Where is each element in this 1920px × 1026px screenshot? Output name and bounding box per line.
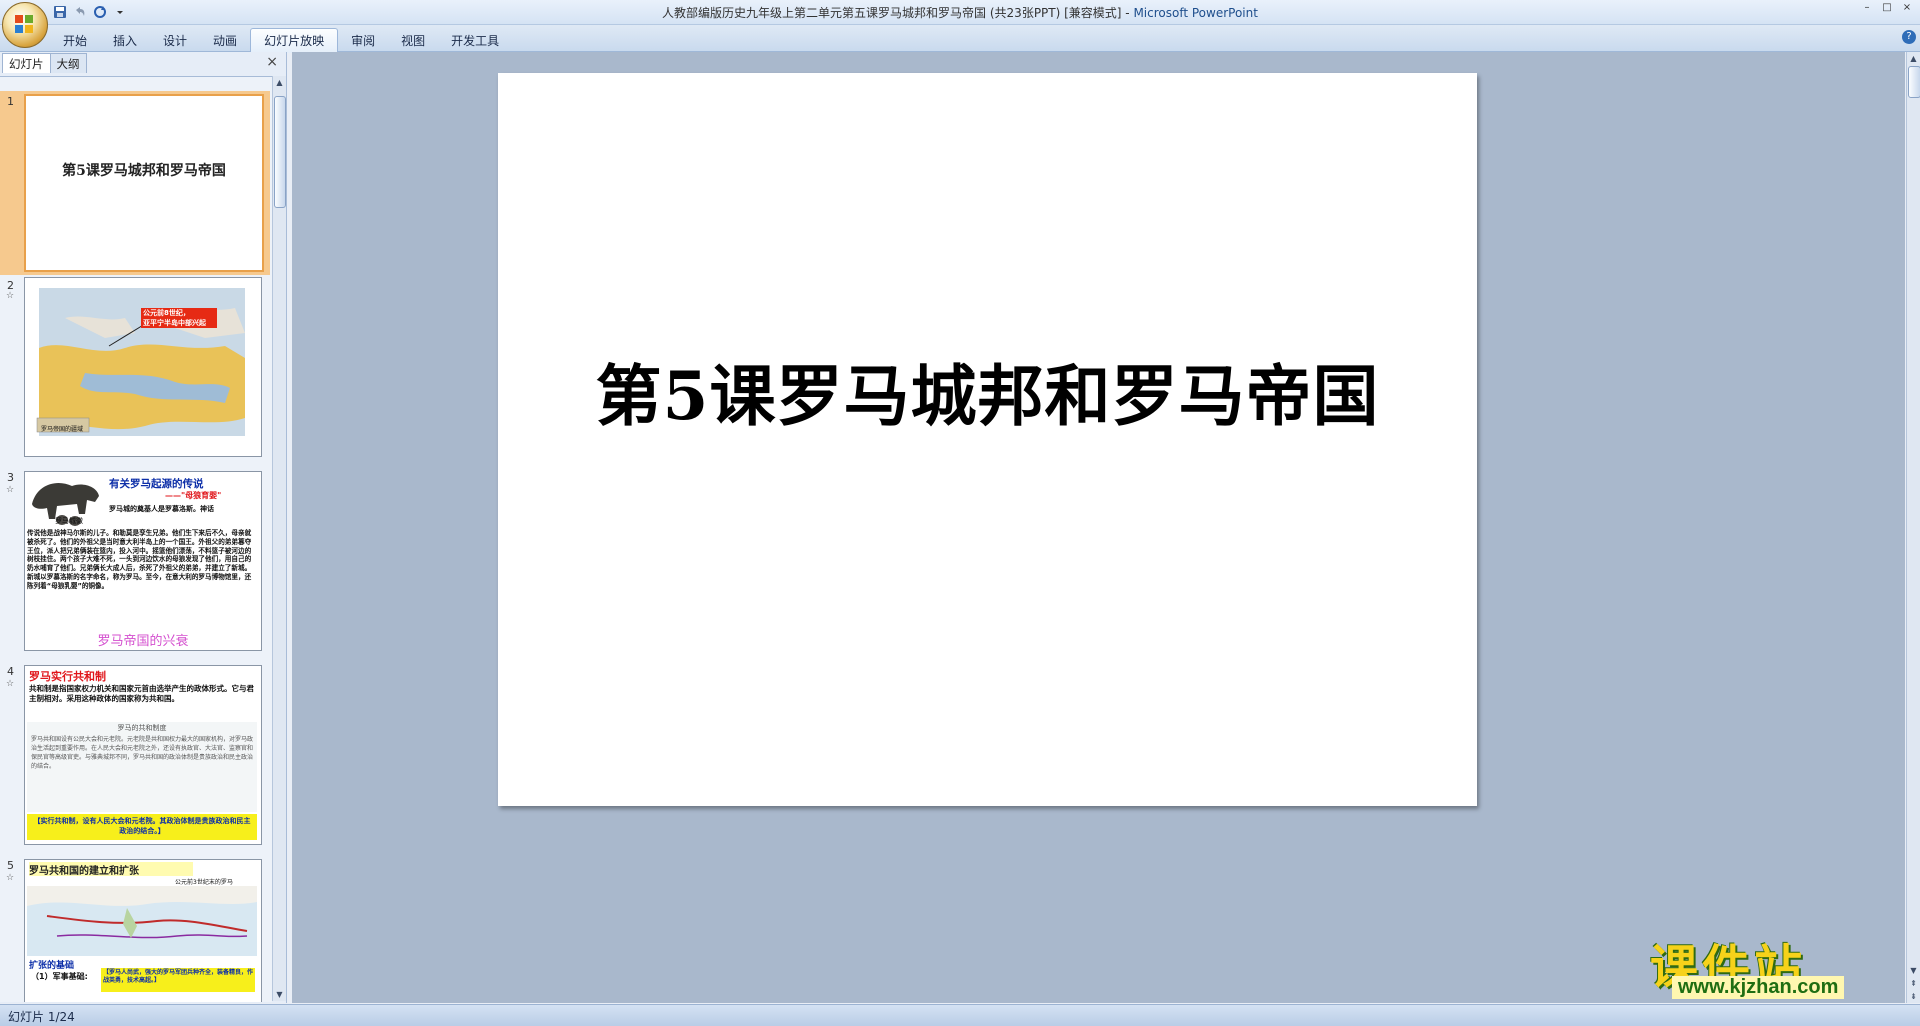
tab-outline[interactable]: 大纲	[49, 53, 87, 73]
callout-line-2: 亚平宁半岛中部兴起	[143, 319, 206, 327]
thumbnail-slide-5[interactable]: 5 ☆ 罗马共和国的建立和扩张 公元前3世纪末的罗马 扩张的基础 （1）军事基础…	[0, 859, 270, 1002]
thumbnail-number: 1	[7, 95, 14, 108]
thumbnail-frame: 罗马实行共和制 共和制是指国家权力机关和国家元首由选举产生的政体形式。它与君主制…	[24, 665, 262, 845]
scroll-down-icon[interactable]: ▼	[1907, 964, 1920, 977]
previous-slide-icon[interactable]: ⇞	[1907, 977, 1920, 990]
scroll-down-icon[interactable]: ▼	[273, 988, 286, 1001]
scrollbar-thumb[interactable]	[1908, 66, 1920, 98]
tab-insert[interactable]: 插入	[100, 29, 150, 53]
slide5-note-box: 【罗马人尚武，强大的罗马军团兵种齐全，装备精良，作战英勇，技术高超。】	[101, 968, 255, 992]
window-title: 人教部编版历史九年级上第二单元第五课罗马城邦和罗马帝国 (共23张PPT) [兼…	[580, 4, 1340, 21]
title-separator: -	[1121, 6, 1134, 20]
callout-line-1: 公元前8世纪，	[143, 309, 190, 317]
thumbnail-number: 5	[7, 859, 14, 872]
slide5-heading: 罗马共和国的建立和扩张	[29, 862, 193, 877]
window-controls: – □ ×	[1858, 2, 1916, 14]
slide4-note-box: 【实行共和制，设有人民大会和元老院。其政治体制是贵族政治和民主政治的结合。】	[27, 814, 257, 840]
thumbnail-number: 3	[7, 471, 14, 484]
slide3-footer: 罗马帝国的兴衰	[97, 634, 189, 649]
slide3-caption-left: 罗马城徽	[55, 517, 83, 525]
map-caption: 罗马帝国的疆域	[41, 426, 84, 433]
slide-counter: 幻灯片 1/24	[8, 1010, 75, 1024]
panel-close-icon[interactable]: ×	[266, 54, 278, 70]
slide5-sub: 扩张的基础	[29, 961, 75, 971]
document-title: 人教部编版历史九年级上第二单元第五课罗马城邦和罗马帝国 (共23张PPT) [兼…	[662, 6, 1122, 20]
slide4-heading: 罗马实行共和制	[29, 670, 106, 683]
thumbnail-slide-4[interactable]: 4 ☆ 罗马实行共和制 共和制是指国家权力机关和国家元首由选举产生的政体形式。它…	[0, 665, 270, 845]
scroll-up-icon[interactable]: ▲	[273, 76, 286, 89]
slide4-body: 共和制是指国家权力机关和国家元首由选举产生的政体形式。它与君主制相对。采用这种政…	[29, 684, 254, 703]
save-icon[interactable]	[52, 4, 68, 20]
thumbnail-title: 第5课罗马城邦和罗马帝国	[62, 163, 226, 179]
minimize-button[interactable]: –	[1858, 2, 1876, 14]
ribbon: 开始 插入 设计 动画 幻灯片放映 审阅 视图 开发工具 ?	[0, 25, 1920, 53]
next-slide-icon[interactable]: ⇟	[1907, 990, 1920, 1003]
close-button[interactable]: ×	[1898, 2, 1916, 14]
thumbnail-scrollbar[interactable]: ▲ ▼	[272, 76, 286, 1001]
undo-icon[interactable]	[72, 4, 88, 20]
transition-star-icon: ☆	[6, 485, 15, 495]
transition-star-icon: ☆	[6, 873, 15, 883]
tab-developer[interactable]: 开发工具	[438, 29, 512, 53]
watermark-url: www.kjzhan.com	[1672, 976, 1845, 999]
thumbnail-slide-1[interactable]: 1 第5课罗马城邦和罗马帝国	[0, 91, 270, 275]
scrollbar-thumb[interactable]	[274, 96, 286, 208]
scroll-up-icon[interactable]: ▲	[1907, 52, 1920, 65]
panel-tabs: 幻灯片 大纲	[2, 53, 87, 73]
slide4-box-title: 罗马的共和制度	[117, 724, 167, 732]
thumbnail-frame: 有关罗马起源的传说 ——"母狼育婴" 罗马城的奠基人是罗慕洛斯。神话 罗马城徽 …	[24, 471, 262, 651]
slide4-box: 罗马的共和制度 罗马共和国设有公民大会和元老院。元老院是共和国权力最大的国家机构…	[27, 722, 257, 812]
app-name: Microsoft PowerPoint	[1133, 6, 1258, 20]
slide3-line1: 罗马城的奠基人是罗慕洛斯。神话	[109, 505, 214, 513]
tab-design[interactable]: 设计	[150, 29, 200, 53]
slide4-note: 【实行共和制，设有人民大会和元老院。其政治体制是贵族政治和民主政治的结合。】	[33, 817, 251, 835]
slide4-box-body: 罗马共和国设有公民大会和元老院。元老院是共和国权力最大的国家机构，对罗马政治生活…	[31, 736, 254, 770]
ribbon-tabs: 开始 插入 设计 动画 幻灯片放映 审阅 视图 开发工具	[50, 28, 512, 53]
tab-slide-show[interactable]: 幻灯片放映	[250, 28, 339, 53]
slide-canvas[interactable]: 第5课罗马城邦和罗马帝国	[498, 73, 1477, 806]
transition-star-icon: ☆	[6, 679, 15, 689]
slide-editor: 第5课罗马城邦和罗马帝国	[292, 52, 1905, 1003]
office-logo-icon	[15, 15, 33, 33]
thumbnail-frame: 罗马共和国的建立和扩张 公元前3世纪末的罗马 扩张的基础 （1）军事基础: 【罗…	[24, 859, 262, 1002]
watermark-logo: 课件站 www.kjzhan.com	[1650, 928, 1890, 1000]
redo-icon[interactable]	[92, 4, 108, 20]
help-icon[interactable]: ?	[1902, 30, 1916, 44]
slides-panel: 幻灯片 大纲 × 1 第5课罗马城邦和罗马帝国 2 ☆ 公元前8世纪， 亚平宁半…	[0, 52, 287, 1003]
tab-slides[interactable]: 幻灯片	[2, 53, 51, 73]
thumbnail-frame: 第5课罗马城邦和罗马帝国	[24, 94, 264, 272]
office-button[interactable]	[2, 2, 48, 48]
thumbnail-slide-3[interactable]: 3 ☆ 有关罗马起源的传说 ——"母狼育婴" 罗马城的奠基人是罗慕洛斯。神话 罗…	[0, 471, 270, 656]
slide3-subheading: ——"母狼育婴"	[165, 491, 222, 500]
slide3-heading: 有关罗马起源的传说	[109, 478, 204, 490]
thumbnail-slide-2[interactable]: 2 ☆ 公元前8世纪， 亚平宁半岛中部兴起 罗马帝国的疆域	[0, 277, 270, 462]
slide3-body: 传说他是战神马尔斯的儿子。和勒莫是孪生兄弟。他们生下来后不久，母亲就被杀死了。他…	[27, 529, 252, 590]
thumbnail-frame: 公元前8世纪， 亚平宁半岛中部兴起 罗马帝国的疆域	[24, 277, 262, 457]
quick-access-toolbar	[52, 3, 128, 21]
callout-box: 公元前8世纪， 亚平宁半岛中部兴起	[141, 308, 217, 328]
slide-title[interactable]: 第5课罗马城邦和罗马帝国	[498, 343, 1477, 439]
maximize-button[interactable]: □	[1878, 2, 1896, 14]
editor-scrollbar[interactable]: ▲ ▼ ⇞ ⇟	[1906, 52, 1920, 1003]
tab-view[interactable]: 视图	[388, 29, 438, 53]
tab-animations[interactable]: 动画	[200, 29, 250, 53]
tab-home[interactable]: 开始	[50, 29, 100, 53]
slide5-note: 【罗马人尚武，强大的罗马军团兵种齐全，装备精良，作战英勇，技术高超。】	[103, 969, 254, 984]
slide5-item: （1）军事基础:	[31, 972, 88, 981]
thumbnail-number: 4	[7, 665, 14, 678]
transition-star-icon: ☆	[6, 291, 15, 301]
thumbnail-list: 1 第5课罗马城邦和罗马帝国 2 ☆ 公元前8世纪， 亚平宁半岛中部兴起 罗马帝…	[0, 76, 272, 1002]
tab-review[interactable]: 审阅	[338, 29, 388, 53]
title-bar: 人教部编版历史九年级上第二单元第五课罗马城邦和罗马帝国 (共23张PPT) [兼…	[0, 0, 1920, 48]
status-bar: 幻灯片 1/24	[0, 1004, 1920, 1026]
customize-toolbar-icon[interactable]	[112, 4, 128, 20]
roman-republic-map	[27, 886, 257, 956]
